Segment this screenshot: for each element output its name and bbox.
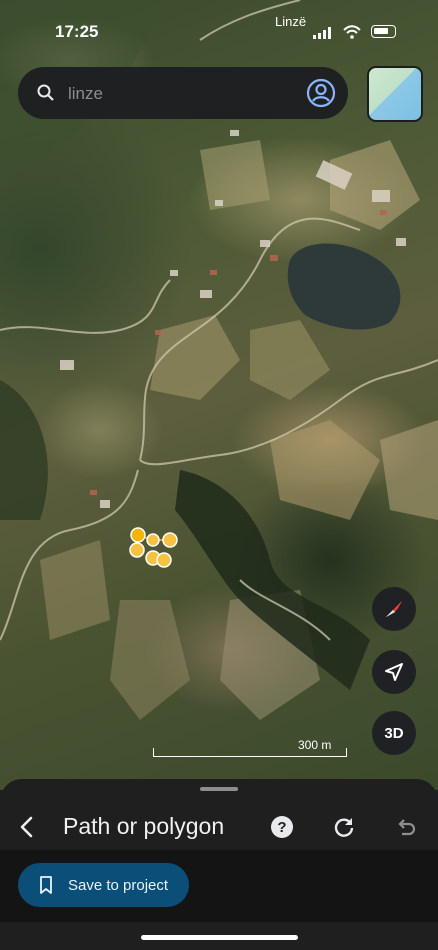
polygon-vertex[interactable] — [162, 532, 178, 548]
account-icon[interactable] — [306, 78, 336, 108]
my-location-button[interactable] — [372, 650, 416, 694]
bookmark-icon — [40, 876, 52, 894]
three-d-button[interactable]: 3D — [372, 711, 416, 755]
sheet-title: Path or polygon — [63, 813, 225, 839]
polygon-vertex[interactable] — [146, 533, 160, 547]
navigation-arrow-icon — [385, 663, 403, 681]
location-label: Linzë — [275, 14, 307, 29]
polygon-vertex[interactable] — [129, 542, 145, 558]
wifi-icon — [343, 25, 361, 39]
search-input[interactable] — [66, 78, 290, 110]
battery-icon — [371, 25, 396, 38]
compass-button[interactable] — [372, 587, 416, 631]
signal-icon — [313, 27, 331, 39]
back-button[interactable] — [12, 811, 40, 843]
home-indicator — [141, 935, 298, 940]
undo-icon[interactable] — [393, 814, 419, 840]
polygon-vertex-active[interactable] — [130, 527, 146, 543]
drag-handle[interactable] — [200, 787, 238, 791]
scale-label: 300 m — [298, 738, 332, 752]
save-to-project-button[interactable]: Save to project — [18, 863, 189, 907]
help-icon[interactable]: ? — [269, 814, 295, 840]
status-time: 17:25 — [55, 22, 99, 41]
search-icon[interactable] — [36, 83, 56, 103]
refresh-icon[interactable] — [331, 814, 357, 840]
save-to-project-label: Save to project — [68, 876, 169, 894]
compass-icon — [386, 601, 402, 617]
map-layers-button[interactable] — [367, 66, 423, 122]
svg-text:?: ? — [277, 819, 286, 836]
chevron-left-icon — [20, 816, 33, 838]
polygon-vertex[interactable] — [156, 552, 172, 568]
